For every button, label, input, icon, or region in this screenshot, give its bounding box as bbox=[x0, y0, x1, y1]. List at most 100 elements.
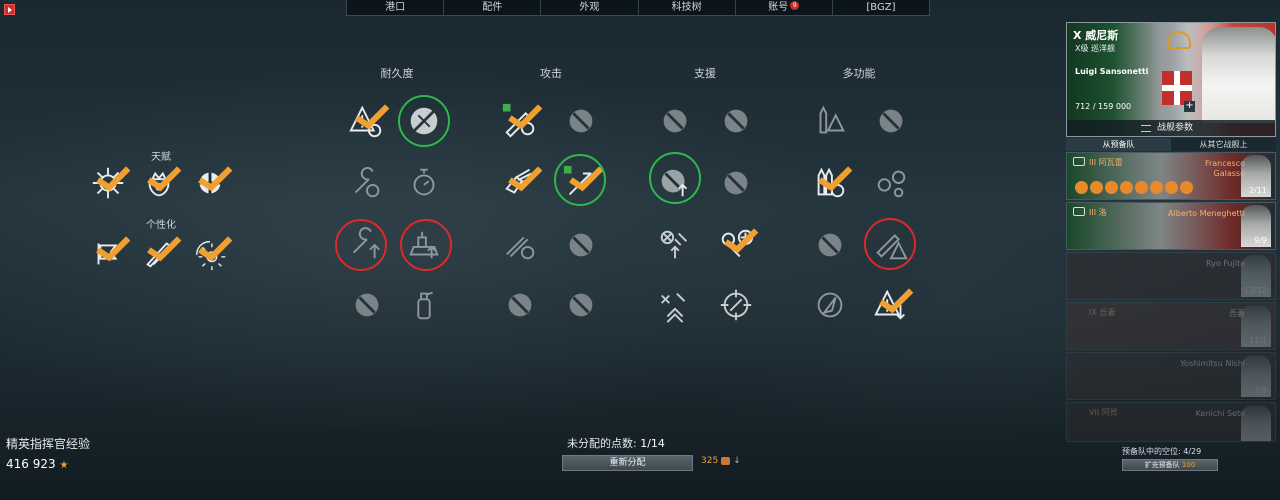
tab-from-other-ships[interactable]: 从其它战舰上 bbox=[1171, 138, 1276, 151]
disabled-icon[interactable] bbox=[810, 225, 850, 265]
warning-icon[interactable] bbox=[347, 101, 390, 141]
tab-port[interactable]: 港口 bbox=[347, 0, 445, 15]
tab-tech-tree[interactable]: 科技树 bbox=[639, 0, 736, 15]
rank-icon bbox=[1073, 157, 1085, 166]
doubloon-icon bbox=[721, 456, 731, 465]
column-header-durability: 耐久度 bbox=[380, 67, 414, 80]
aa-double-up-icon[interactable] bbox=[655, 285, 695, 325]
torpedo-warning-icon[interactable] bbox=[810, 101, 850, 141]
expand-reserve-button[interactable]: 扩充预备队 100 bbox=[1122, 459, 1218, 471]
crew-ship: IX 吾妻 bbox=[1089, 308, 1116, 317]
disabled-icon[interactable] bbox=[655, 101, 695, 141]
tab-account[interactable]: 账号 9 bbox=[736, 0, 833, 15]
tab-clan[interactable]: [BGZ] bbox=[833, 0, 929, 15]
torpedo-clock-icon[interactable] bbox=[810, 163, 853, 203]
disabled-icon[interactable] bbox=[716, 163, 756, 203]
tab-exterior[interactable]: 外观 bbox=[541, 0, 639, 15]
unassigned-label: 未分配的点数: bbox=[567, 437, 637, 450]
crew-count: 11/1 bbox=[1249, 336, 1267, 345]
tab-label: [BGZ] bbox=[866, 2, 896, 13]
flag-icon[interactable] bbox=[88, 233, 131, 273]
crew-name: Francesco Galasso bbox=[1204, 159, 1245, 178]
tab-label: 账号 bbox=[768, 2, 789, 13]
crew-item[interactable]: Yoshimitsu Nishi 2/8 bbox=[1066, 352, 1276, 400]
expand-reserve-cost: 100 bbox=[1181, 461, 1196, 469]
aa-up-icon[interactable] bbox=[655, 225, 695, 265]
avatar bbox=[1202, 27, 1275, 123]
crew-ship: III 洛 bbox=[1089, 208, 1107, 217]
elite-xp-block: 精英指挥官经验 416 923 ★ bbox=[6, 435, 90, 471]
ap-shell-plus-icon[interactable] bbox=[500, 101, 543, 141]
disabled-icon[interactable] bbox=[347, 285, 387, 325]
column-header-support: 支援 bbox=[694, 67, 716, 80]
tab-from-reserve[interactable]: 从预备队 bbox=[1066, 138, 1171, 151]
talent-crown-icon[interactable] bbox=[139, 163, 182, 203]
unassigned-points: 未分配的点数: 1/14 bbox=[567, 435, 665, 451]
disabled-icon[interactable] bbox=[716, 101, 756, 141]
arrow-down-icon: ↓ bbox=[733, 456, 741, 466]
tab-label: 配件 bbox=[482, 2, 503, 13]
crew-item[interactable]: III 阿瓦雷 Francesco Galasso 2/11 bbox=[1066, 152, 1276, 200]
tab-label: 外观 bbox=[579, 2, 600, 13]
shells-clock-icon[interactable] bbox=[500, 225, 540, 265]
reserve-value: 4/29 bbox=[1183, 447, 1202, 456]
expand-reserve-label: 扩充预备队 bbox=[1144, 461, 1180, 469]
crew-name: Kenichi Seto bbox=[1195, 409, 1245, 418]
warning-down-icon[interactable] bbox=[871, 285, 914, 325]
crew-count: 2/8 bbox=[1254, 386, 1267, 395]
talent-emblem-icon[interactable] bbox=[88, 163, 131, 203]
crew-item[interactable]: III 洛 Alberto Meneghetti 9/9 bbox=[1066, 202, 1276, 250]
disabled-icon[interactable] bbox=[561, 285, 601, 325]
reserve-label: 预备队中的空位: bbox=[1122, 447, 1181, 456]
reset-skills-button[interactable]: 重新分配 bbox=[562, 455, 693, 471]
highlight-ring bbox=[335, 219, 387, 271]
crown-icon bbox=[1167, 31, 1191, 49]
crew-source-tabs: 从预备队 从其它战舰上 bbox=[1066, 138, 1276, 151]
highlight-ring bbox=[398, 95, 450, 147]
radar-icon[interactable] bbox=[810, 285, 850, 325]
reset-cost: 325 ↓ bbox=[701, 456, 741, 466]
disabled-icon[interactable] bbox=[500, 285, 540, 325]
extinguisher-icon[interactable] bbox=[404, 285, 444, 325]
aa-plus-icon[interactable] bbox=[716, 225, 759, 265]
crew-item[interactable]: VII 阿贺 Kenichi Seto bbox=[1066, 402, 1276, 442]
ship-params-label: 战舰参数 bbox=[1157, 123, 1194, 133]
unassigned-value: 1/14 bbox=[640, 437, 665, 450]
tab-label: 港口 bbox=[385, 2, 406, 13]
add-icon[interactable]: + bbox=[1184, 101, 1195, 112]
main-battery-icon[interactable] bbox=[500, 163, 543, 203]
burst-icon[interactable] bbox=[190, 233, 233, 273]
commander-exp: 712 / 159 000 bbox=[1075, 102, 1132, 111]
highlight-ring bbox=[864, 218, 916, 270]
crew-count: 2/11 bbox=[1249, 186, 1267, 195]
disabled-icon[interactable] bbox=[561, 225, 601, 265]
disabled-icon[interactable] bbox=[561, 101, 601, 141]
crew-ship: III 阿瓦雷 bbox=[1089, 158, 1123, 167]
top-navigation: 港口 配件 外观 科技树 账号 9 [BGZ] bbox=[346, 0, 930, 16]
crew-name: Ryo Fujita bbox=[1205, 259, 1245, 268]
target-plane-icon[interactable] bbox=[716, 285, 756, 325]
disabled-icon[interactable] bbox=[871, 101, 911, 141]
crew-ship: VII 阿贺 bbox=[1089, 408, 1118, 417]
shells-icon[interactable] bbox=[139, 233, 182, 273]
talent-cross-icon[interactable] bbox=[190, 163, 233, 203]
ship-params-button[interactable]: 战舰参数 bbox=[1067, 120, 1275, 136]
crew-item[interactable]: IX 吾妻 吾妻 11/1 bbox=[1066, 302, 1276, 350]
gears-icon[interactable] bbox=[871, 163, 911, 203]
stopwatch-icon[interactable] bbox=[404, 163, 444, 203]
crew-perks bbox=[1075, 181, 1193, 194]
wrench-clock-icon[interactable] bbox=[347, 163, 387, 203]
highlight-ring bbox=[400, 219, 452, 271]
crew-item[interactable]: Ryo Fujita 12/12 bbox=[1066, 252, 1276, 300]
notification-badge: 9 bbox=[790, 1, 800, 10]
crew-count: 12/12 bbox=[1243, 286, 1267, 295]
tab-label: 科技树 bbox=[671, 2, 702, 13]
close-icon[interactable] bbox=[4, 4, 15, 15]
tab-equipment[interactable]: 配件 bbox=[444, 0, 542, 15]
reserve-slots: 预备队中的空位: 4/29 bbox=[1122, 446, 1201, 457]
ship-name: X 威尼斯 bbox=[1073, 29, 1119, 42]
commander-card[interactable]: X 威尼斯 X级 巡洋舰 Luigi Sansonetti 712 / 159 … bbox=[1066, 22, 1276, 137]
elite-xp-icon: ★ bbox=[59, 460, 69, 471]
list-icon bbox=[1141, 125, 1151, 132]
column-header-versatility: 多功能 bbox=[842, 67, 876, 80]
